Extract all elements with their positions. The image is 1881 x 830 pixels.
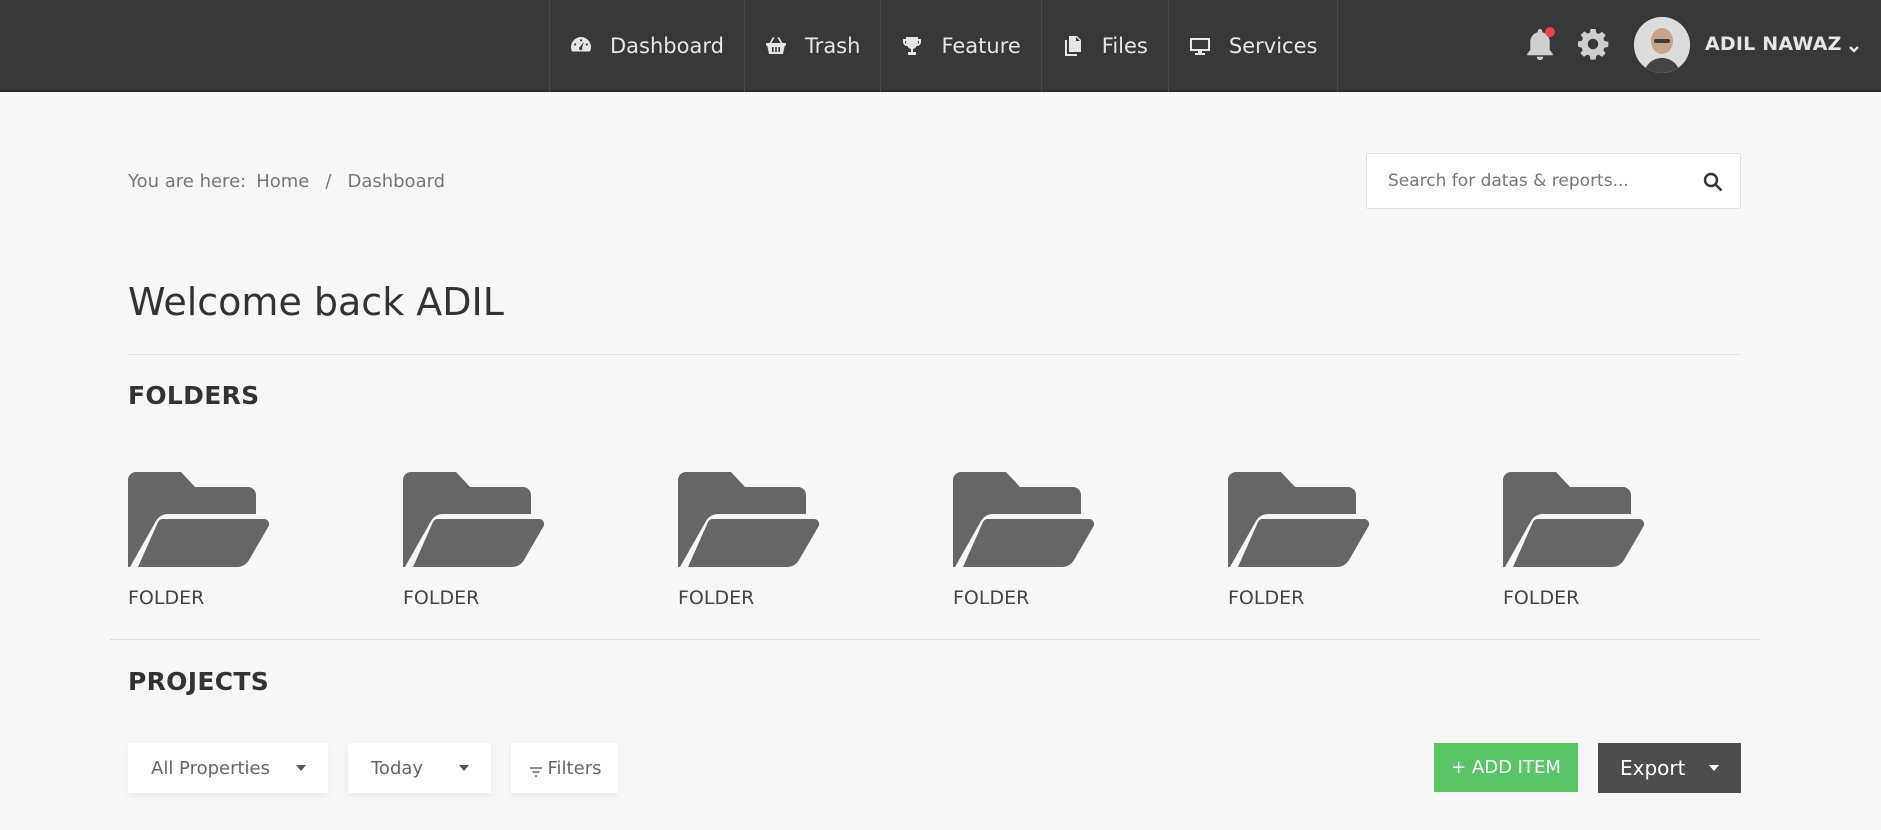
breadcrumb-dashboard[interactable]: Dashboard bbox=[347, 171, 445, 192]
folder-label: FOLDER bbox=[953, 587, 1030, 609]
folder-item[interactable]: FOLDER bbox=[403, 472, 553, 609]
divider bbox=[128, 354, 1741, 355]
basket-icon bbox=[763, 33, 789, 59]
breadcrumb: You are here: Home / Dashboard bbox=[128, 171, 445, 192]
breadcrumb-separator: / bbox=[325, 171, 332, 192]
folder-item[interactable]: FOLDER bbox=[128, 472, 278, 609]
user-name-label: ADIL NAWAZ bbox=[1705, 33, 1842, 55]
nav-label: Feature bbox=[941, 34, 1021, 58]
top-navbar: Dashboard Trash Feature Files Services A… bbox=[0, 0, 1881, 92]
nav-label: Files bbox=[1101, 34, 1148, 58]
nav-item-files[interactable]: Files bbox=[1042, 0, 1169, 92]
breadcrumb-label: You are here: bbox=[128, 171, 247, 192]
main-nav: Dashboard Trash Feature Files Services bbox=[549, 0, 1339, 92]
nav-item-services[interactable]: Services bbox=[1169, 0, 1339, 92]
speedometer-icon bbox=[568, 33, 594, 59]
nav-item-feature[interactable]: Feature bbox=[881, 0, 1042, 92]
folder-open-icon bbox=[953, 472, 1095, 567]
page-title: Welcome back ADIL bbox=[128, 280, 504, 324]
folder-open-icon bbox=[403, 472, 545, 567]
filter-icon bbox=[528, 762, 544, 777]
folder-open-icon bbox=[128, 472, 270, 567]
folder-label: FOLDER bbox=[1228, 587, 1305, 609]
notification-dot bbox=[1545, 27, 1555, 37]
trophy-icon bbox=[899, 33, 925, 59]
user-avatar[interactable] bbox=[1634, 17, 1690, 73]
folder-label: FOLDER bbox=[128, 587, 205, 609]
chevron-down-icon bbox=[1848, 38, 1860, 53]
caret-down-icon bbox=[1709, 765, 1719, 771]
export-button[interactable]: Export bbox=[1598, 743, 1741, 793]
folders-heading: FOLDERS bbox=[128, 381, 260, 410]
nav-item-trash[interactable]: Trash bbox=[745, 0, 882, 92]
filters-button[interactable]: Filters bbox=[511, 743, 618, 793]
folder-item[interactable]: FOLDER bbox=[1503, 472, 1653, 609]
search-icon[interactable] bbox=[1702, 171, 1724, 193]
projects-heading: PROJECTS bbox=[128, 667, 270, 696]
folder-open-icon bbox=[1228, 472, 1370, 567]
folders-grid: FOLDER FOLDER FOLDER FOLDER FOLDER FOLDE… bbox=[128, 472, 1741, 612]
caret-down-icon bbox=[296, 765, 306, 771]
breadcrumb-home[interactable]: Home bbox=[256, 171, 309, 192]
settings-gear-icon[interactable] bbox=[1575, 26, 1611, 62]
date-filter-dropdown[interactable]: Today bbox=[348, 743, 491, 793]
nav-item-dashboard[interactable]: Dashboard bbox=[550, 0, 745, 92]
user-menu[interactable]: ADIL NAWAZ bbox=[1705, 33, 1860, 55]
folder-label: FOLDER bbox=[678, 587, 755, 609]
folder-label: FOLDER bbox=[403, 587, 480, 609]
files-icon bbox=[1060, 33, 1086, 59]
caret-down-icon bbox=[459, 765, 469, 771]
folder-open-icon bbox=[678, 472, 820, 567]
notifications-bell-icon[interactable] bbox=[1522, 26, 1558, 62]
folder-open-icon bbox=[1503, 472, 1645, 567]
filters-label: Filters bbox=[547, 757, 602, 779]
export-label: Export bbox=[1620, 756, 1686, 780]
divider bbox=[110, 639, 1760, 640]
search-box bbox=[1366, 153, 1741, 209]
nav-label: Services bbox=[1228, 34, 1318, 58]
property-filter-dropdown[interactable]: All Properties bbox=[128, 743, 328, 793]
folder-label: FOLDER bbox=[1503, 587, 1580, 609]
dropdown-value: All Properties bbox=[151, 757, 271, 779]
search-input[interactable] bbox=[1367, 154, 1687, 208]
folder-item[interactable]: FOLDER bbox=[953, 472, 1103, 609]
folder-item[interactable]: FOLDER bbox=[1228, 472, 1378, 609]
monitor-icon bbox=[1187, 33, 1213, 59]
nav-label: Dashboard bbox=[610, 34, 724, 58]
nav-label: Trash bbox=[804, 34, 861, 58]
dropdown-value: Today bbox=[371, 757, 424, 779]
add-item-button[interactable]: + ADD ITEM bbox=[1434, 743, 1578, 792]
folder-item[interactable]: FOLDER bbox=[678, 472, 828, 609]
